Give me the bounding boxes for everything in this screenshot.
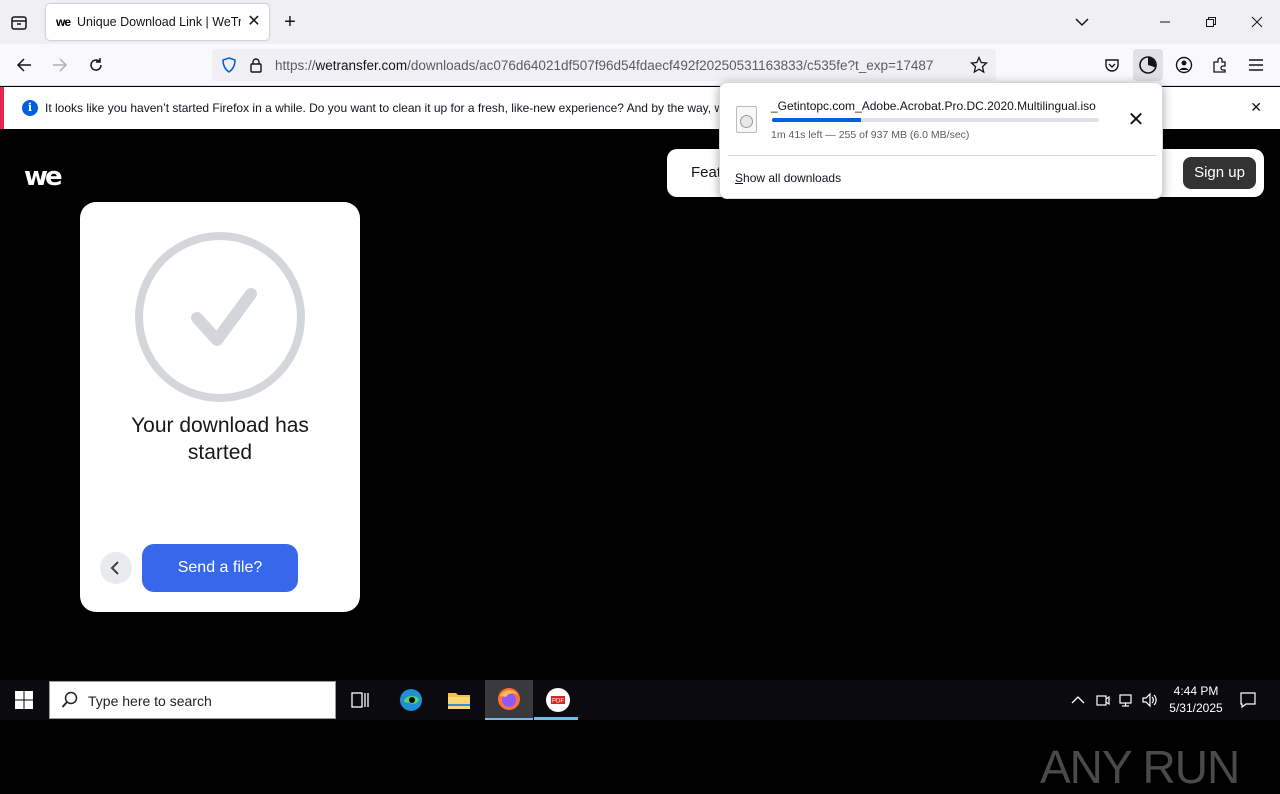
navigation-toolbar: https://wetransfer.com/downloads/ac076d6… (0, 44, 1280, 86)
notification-text: It looks like you haven’t started Firefo… (45, 101, 719, 115)
checkmark-icon (135, 232, 305, 402)
extensions-icon[interactable] (1209, 54, 1231, 76)
wetransfer-favicon-icon: we (56, 15, 71, 29)
search-icon (61, 691, 79, 714)
task-view-icon[interactable] (336, 680, 384, 720)
download-started-title: Your download has started (131, 414, 309, 464)
reload-icon[interactable] (85, 54, 107, 76)
send-a-file-button[interactable]: Send a file? (142, 544, 298, 592)
download-progress-icon (1138, 55, 1158, 80)
network-icon[interactable] (1115, 680, 1137, 720)
sign-up-button[interactable]: Sign up (1183, 157, 1256, 189)
list-all-tabs-icon[interactable] (1071, 11, 1093, 33)
downloads-button[interactable] (1133, 49, 1163, 81)
tab-strip: we Unique Download Link | WeTransfer ✕ + (0, 0, 1280, 44)
file-explorer-icon[interactable] (435, 680, 483, 720)
start-button[interactable] (0, 680, 48, 720)
tab-close-icon[interactable]: ✕ (245, 13, 263, 31)
wetransfer-logo[interactable]: we (24, 162, 63, 192)
meet-now-icon[interactable] (1092, 680, 1114, 720)
windows-taskbar: Type here to search PDF 4:44 PM 5/31/202… (0, 680, 1280, 720)
chevron-left-icon (110, 561, 119, 575)
forward-icon[interactable] (49, 54, 71, 76)
cancel-download-icon[interactable]: ✕ (1125, 109, 1147, 131)
taskbar-search-box[interactable]: Type here to search (49, 681, 336, 719)
tab-wetransfer[interactable]: we Unique Download Link | WeTransfer ✕ (46, 4, 269, 40)
anyrun-watermark: ANY RUN (1040, 741, 1240, 793)
clock-time: 4:44 PM (1173, 684, 1219, 698)
search-placeholder: Type here to search (88, 693, 212, 709)
divider (728, 155, 1156, 156)
windows-logo-icon (15, 691, 33, 709)
volume-icon[interactable] (1139, 680, 1161, 720)
edge-icon[interactable] (387, 680, 435, 720)
notification-close-icon[interactable]: ✕ (1250, 99, 1262, 116)
firefox-taskbar-icon[interactable] (485, 680, 533, 720)
url-text[interactable]: https://wetransfer.com/downloads/ac076d6… (275, 58, 961, 73)
page-content: we Features Sign up Your download has st… (0, 131, 1280, 793)
back-button[interactable] (100, 552, 132, 584)
clock-date: 5/31/2025 (1169, 701, 1223, 715)
iso-file-icon (736, 106, 757, 133)
menu-icon[interactable] (1245, 54, 1267, 76)
close-window-icon[interactable] (1246, 11, 1268, 33)
tracking-protection-icon[interactable] (221, 57, 237, 78)
pocket-icon[interactable] (1101, 54, 1123, 76)
download-card: Your download has started Send a file? (80, 202, 360, 612)
notifications-icon[interactable] (1234, 680, 1262, 720)
minimize-icon[interactable] (1154, 11, 1176, 33)
taskbar-clock[interactable]: 4:44 PM 5/31/2025 (1160, 683, 1232, 717)
info-icon: i (22, 100, 38, 116)
download-progress-bar (772, 118, 1099, 122)
lock-icon[interactable] (249, 57, 263, 78)
tab-title: Unique Download Link | WeTransfer (77, 15, 241, 29)
show-all-downloads-link[interactable]: Show all downloads (735, 171, 841, 185)
bookmark-star-icon[interactable] (969, 55, 989, 79)
restore-icon[interactable] (1200, 11, 1222, 33)
show-hidden-icons-icon[interactable] (1067, 680, 1089, 720)
download-progress-fill (772, 118, 861, 122)
account-icon[interactable] (1173, 54, 1195, 76)
new-tab-icon[interactable]: + (279, 11, 301, 33)
svg-text:PDF: PDF (552, 699, 564, 705)
url-bar[interactable]: https://wetransfer.com/downloads/ac076d6… (212, 49, 996, 81)
download-status: 1m 41s left — 255 of 937 MB (6.0 MB/sec) (771, 129, 970, 141)
downloads-panel: _Getintopc.com_Adobe.Acrobat.Pro.DC.2020… (719, 82, 1163, 199)
download-filename[interactable]: _Getintopc.com_Adobe.Acrobat.Pro.DC.2020… (771, 99, 1096, 113)
back-icon[interactable] (13, 54, 35, 76)
firefox-view-icon[interactable] (8, 12, 30, 34)
app-taskbar-icon[interactable]: PDF (534, 680, 582, 720)
